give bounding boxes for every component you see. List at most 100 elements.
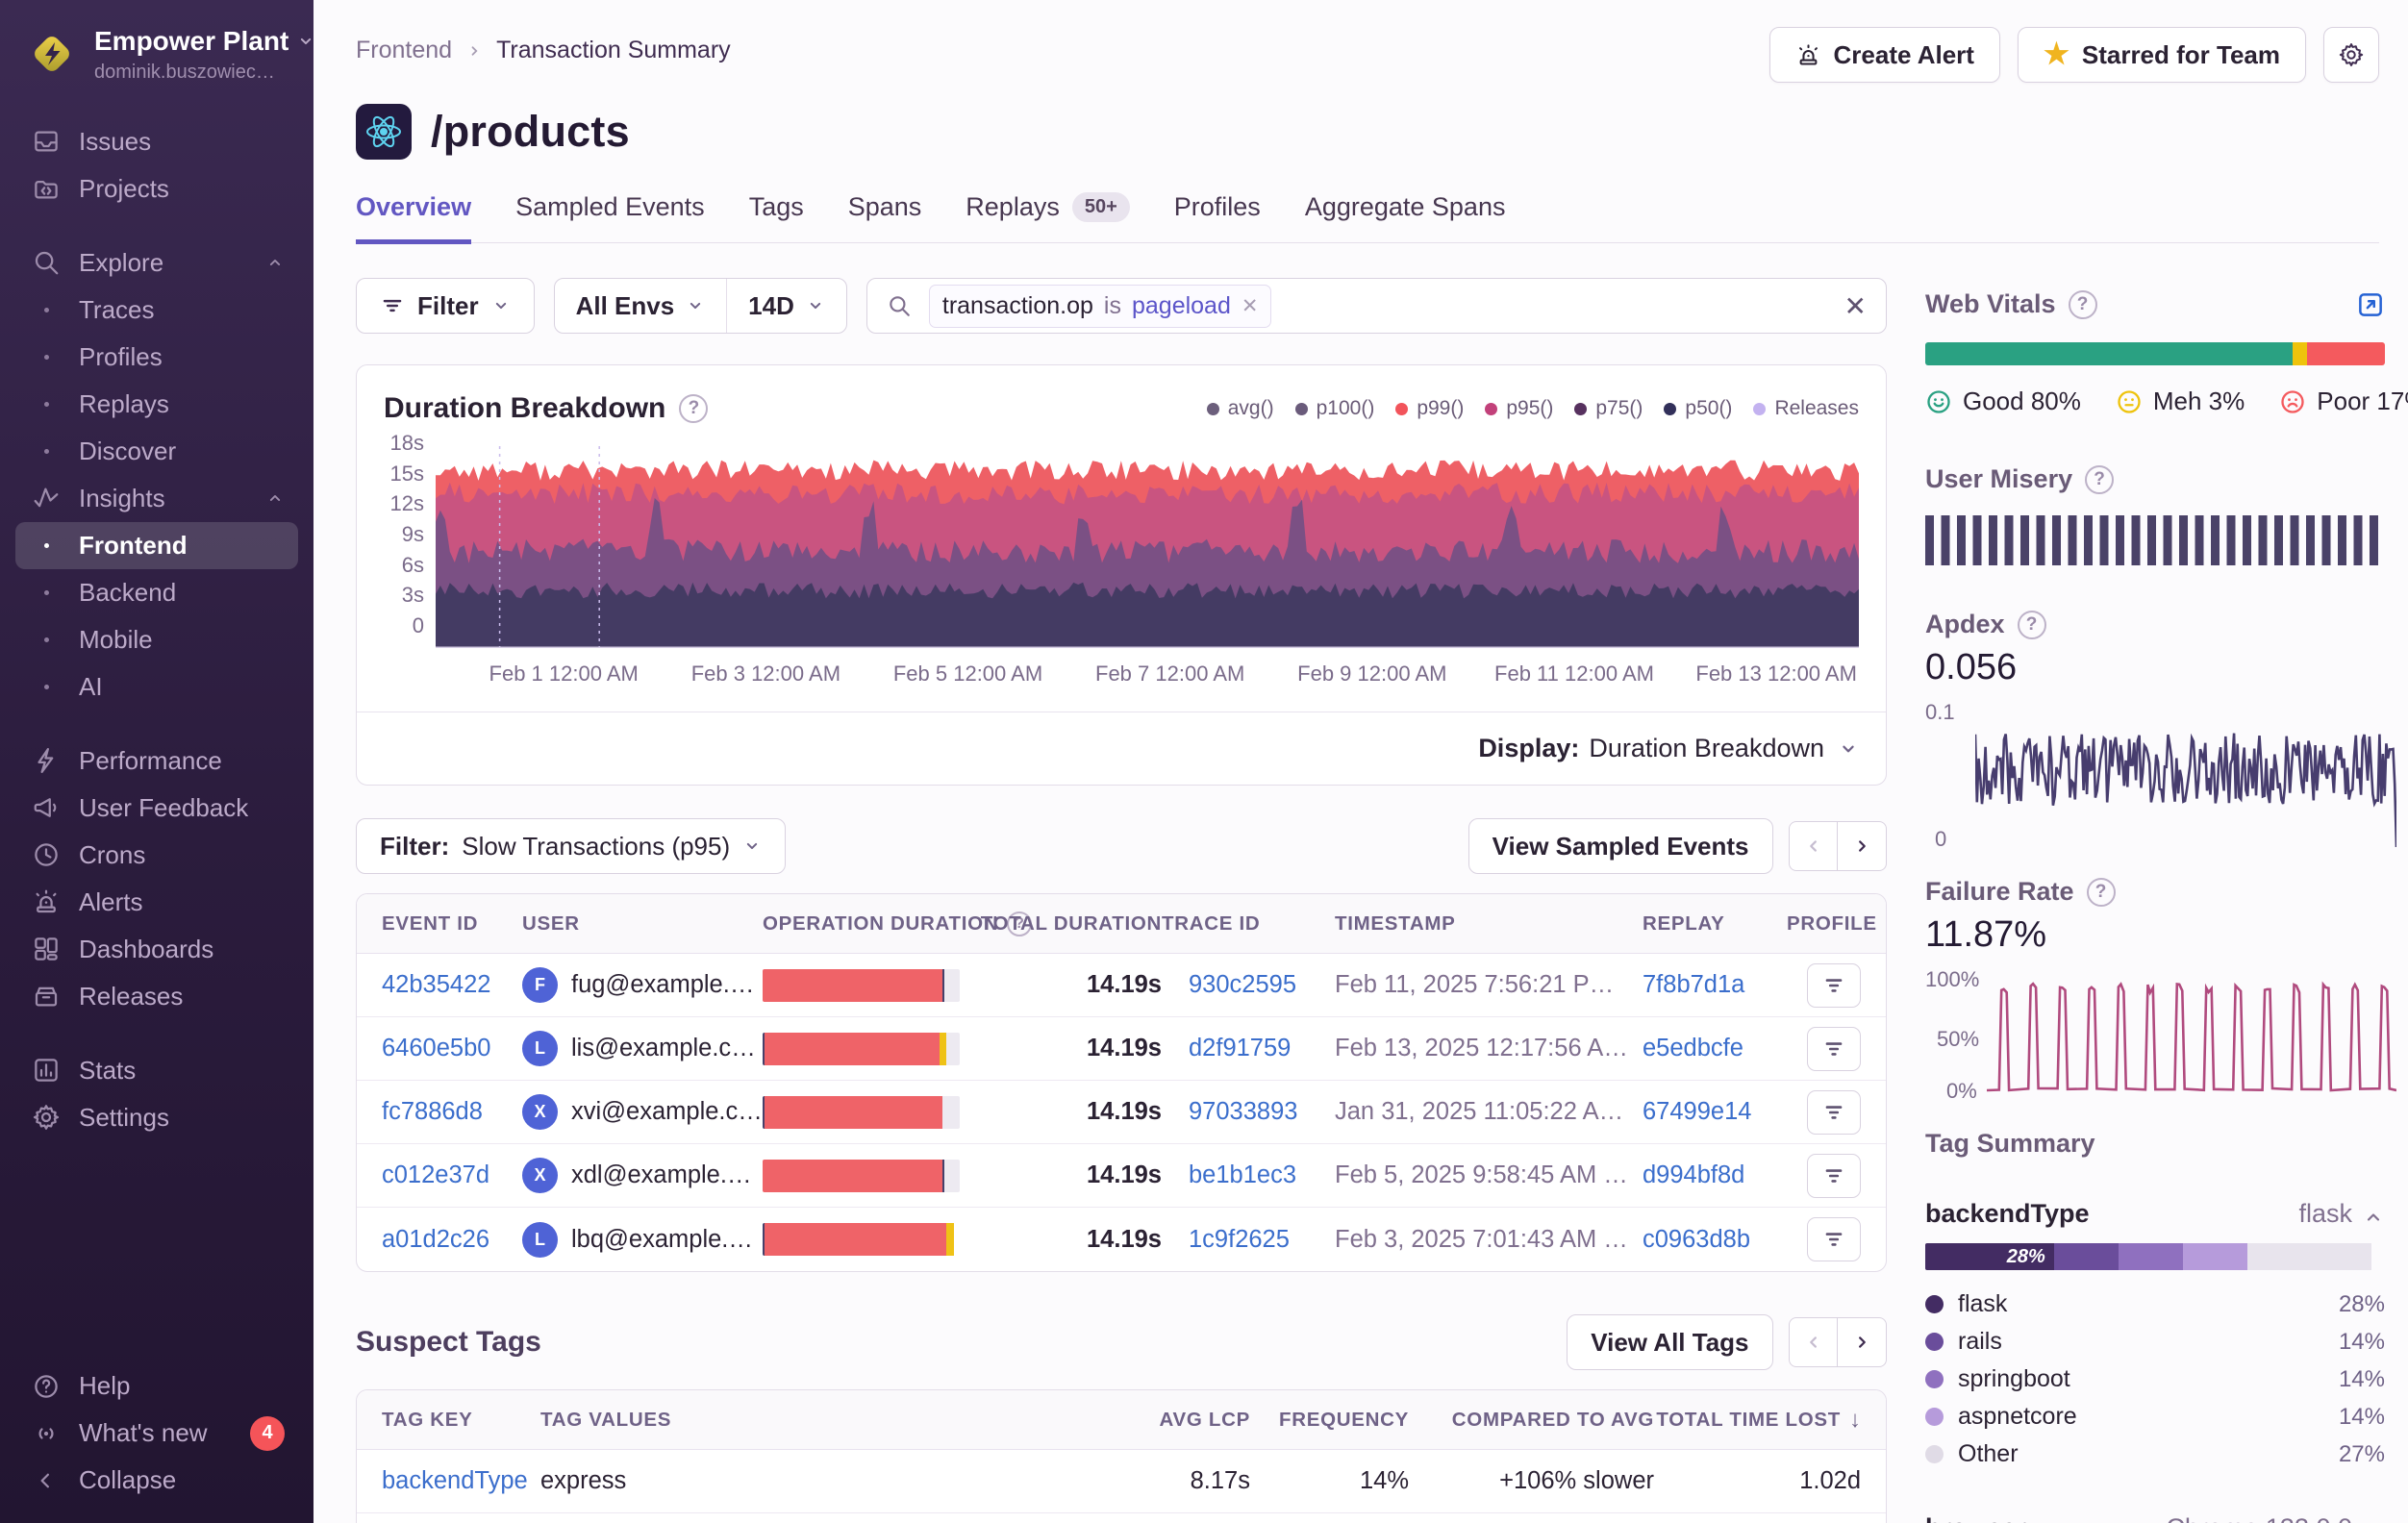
- sidebar-item-mobile[interactable]: Mobile: [15, 616, 298, 663]
- external-link-icon[interactable]: [2356, 290, 2385, 319]
- tab-aggregate-spans[interactable]: Aggregate Spans: [1305, 192, 1506, 244]
- trace-id-link[interactable]: d2f91759: [1189, 1035, 1291, 1062]
- profile-button[interactable]: [1807, 1027, 1861, 1071]
- trace-id-link[interactable]: 1c9f2625: [1189, 1226, 1290, 1254]
- column-header[interactable]: REPLAY: [1643, 912, 1787, 936]
- user-misery-chart[interactable]: [1925, 515, 2385, 565]
- legend-item[interactable]: p75(): [1574, 397, 1643, 420]
- legend-item[interactable]: p50(): [1664, 397, 1732, 420]
- filter-button[interactable]: Filter: [356, 278, 535, 334]
- sidebar-item-user-feedback[interactable]: User Feedback: [15, 785, 298, 832]
- starred-for-team-button[interactable]: ★ Starred for Team: [2018, 27, 2306, 83]
- duration-breakdown-chart[interactable]: [436, 440, 1859, 648]
- legend-item[interactable]: p100(): [1295, 397, 1375, 420]
- column-header[interactable]: EVENT ID: [382, 912, 522, 936]
- tag-legend-row[interactable]: flask28%: [1925, 1286, 2385, 1323]
- sidebar-item-profiles[interactable]: Profiles: [15, 334, 298, 381]
- sidebar-item-discover[interactable]: Discover: [15, 428, 298, 475]
- tab-spans[interactable]: Spans: [848, 192, 922, 244]
- replay-link[interactable]: 67499e14: [1643, 1098, 1751, 1126]
- legend-item[interactable]: avg(): [1207, 397, 1274, 420]
- sidebar-item-frontend[interactable]: Frontend: [15, 522, 298, 569]
- column-header[interactable]: PROFILE: [1787, 912, 1877, 936]
- column-header[interactable]: OPERATION DURATION?: [763, 911, 1008, 936]
- pager-prev-button[interactable]: [1789, 821, 1839, 871]
- org-switcher[interactable]: Empower Plant dominik.buszowiec…: [0, 25, 314, 84]
- sidebar-item-explore[interactable]: Explore: [15, 239, 298, 287]
- view-all-tags-button[interactable]: View All Tags: [1567, 1314, 1772, 1370]
- sidebar-item-collapse[interactable]: Collapse: [15, 1457, 298, 1504]
- profile-button[interactable]: [1807, 1154, 1861, 1198]
- sidebar-item-releases[interactable]: Releases: [15, 973, 298, 1020]
- profile-button[interactable]: [1807, 963, 1861, 1008]
- apdex-chart[interactable]: [1975, 706, 2396, 850]
- event-id-link[interactable]: a01d2c26: [382, 1226, 489, 1254]
- create-alert-button[interactable]: Create Alert: [1769, 27, 2000, 83]
- help-icon[interactable]: ?: [2069, 290, 2097, 319]
- sidebar-item-backend[interactable]: Backend: [15, 569, 298, 616]
- tab-overview[interactable]: Overview: [356, 192, 471, 244]
- trace-id-link[interactable]: be1b1ec3: [1189, 1161, 1296, 1189]
- pager-prev-button[interactable]: [1789, 1317, 1839, 1367]
- tab-tags[interactable]: Tags: [749, 192, 804, 244]
- sidebar-item-settings[interactable]: Settings: [15, 1094, 298, 1141]
- tag-selected-value[interactable]: flask: [2298, 1199, 2385, 1229]
- display-selector[interactable]: Display: Duration Breakdown: [357, 712, 1886, 785]
- pager-next-button[interactable]: [1837, 821, 1887, 871]
- help-icon[interactable]: ?: [2018, 611, 2046, 639]
- sidebar-item-crons[interactable]: Crons: [15, 832, 298, 879]
- tag-legend-row[interactable]: rails14%: [1925, 1323, 2385, 1361]
- pager-next-button[interactable]: [1837, 1317, 1887, 1367]
- web-vitals-bar[interactable]: [1925, 342, 2385, 365]
- column-header[interactable]: TAG VALUES: [540, 1409, 1116, 1432]
- replay-link[interactable]: c0963d8b: [1643, 1226, 1750, 1254]
- breadcrumb-frontend[interactable]: Frontend: [356, 37, 452, 64]
- tag-selected-value[interactable]: Chrome 133.0.0: [2166, 1513, 2385, 1523]
- tab-replays[interactable]: Replays50+: [966, 192, 1129, 244]
- profile-button[interactable]: [1807, 1217, 1861, 1261]
- sidebar-item-traces[interactable]: Traces: [15, 287, 298, 334]
- view-sampled-events-button[interactable]: View Sampled Events: [1468, 818, 1773, 874]
- column-header[interactable]: AVG LCP: [1116, 1409, 1250, 1432]
- column-header[interactable]: TAG KEY: [382, 1409, 540, 1432]
- column-header[interactable]: USER: [522, 912, 763, 936]
- transaction-settings-button[interactable]: [2323, 27, 2379, 83]
- tag-legend-row[interactable]: springboot14%: [1925, 1361, 2385, 1398]
- event-id-link[interactable]: 6460e5b0: [382, 1035, 490, 1062]
- sidebar-item-alerts[interactable]: Alerts: [15, 879, 298, 926]
- replay-link[interactable]: e5edbcfe: [1643, 1035, 1743, 1062]
- sidebar-item-issues[interactable]: Issues: [15, 118, 298, 165]
- event-id-link[interactable]: c012e37d: [382, 1161, 489, 1189]
- replay-link[interactable]: d994bf8d: [1643, 1161, 1744, 1189]
- sidebar-item-replays[interactable]: Replays: [15, 381, 298, 428]
- sidebar-item-projects[interactable]: Projects: [15, 165, 298, 212]
- tag-legend-row[interactable]: Other27%: [1925, 1436, 2385, 1473]
- sidebar-item-dashboards[interactable]: Dashboards: [15, 926, 298, 973]
- event-id-link[interactable]: 42b35422: [382, 971, 490, 999]
- date-range-selector[interactable]: 14D: [726, 279, 846, 333]
- sidebar-item-what-s-new[interactable]: What's new4: [15, 1410, 298, 1457]
- help-icon[interactable]: ?: [2085, 465, 2114, 494]
- help-icon[interactable]: ?: [2087, 878, 2116, 907]
- sidebar-item-insights[interactable]: Insights: [15, 475, 298, 522]
- sidebar-item-stats[interactable]: Stats: [15, 1047, 298, 1094]
- env-selector[interactable]: All Envs: [555, 279, 727, 333]
- column-header[interactable]: TIMESTAMP: [1335, 912, 1643, 936]
- transactions-filter-button[interactable]: Filter: Slow Transactions (p95): [356, 818, 786, 874]
- tag-legend-row[interactable]: aspnetcore14%: [1925, 1398, 2385, 1436]
- help-icon[interactable]: ?: [679, 394, 708, 423]
- replay-link[interactable]: 7f8b7d1a: [1643, 971, 1744, 999]
- profile-button[interactable]: [1807, 1090, 1861, 1135]
- event-id-link[interactable]: fc7886d8: [382, 1098, 483, 1126]
- legend-item[interactable]: p95(): [1485, 397, 1553, 420]
- trace-id-link[interactable]: 930c2595: [1189, 971, 1296, 999]
- column-header[interactable]: COMPARED TO AVG: [1409, 1409, 1654, 1432]
- legend-item[interactable]: p99(): [1395, 397, 1464, 420]
- token-remove-icon[interactable]: ✕: [1242, 294, 1259, 318]
- trace-id-link[interactable]: 97033893: [1189, 1098, 1297, 1126]
- column-header[interactable]: TOTAL DURATION: [1008, 912, 1162, 936]
- search-input[interactable]: transaction.op is pageload ✕ ✕: [866, 278, 1887, 334]
- failure-rate-chart[interactable]: [1987, 971, 2396, 1098]
- tag-distribution-bar[interactable]: 28%: [1925, 1243, 2385, 1270]
- tag-key-link[interactable]: backendType: [382, 1467, 528, 1495]
